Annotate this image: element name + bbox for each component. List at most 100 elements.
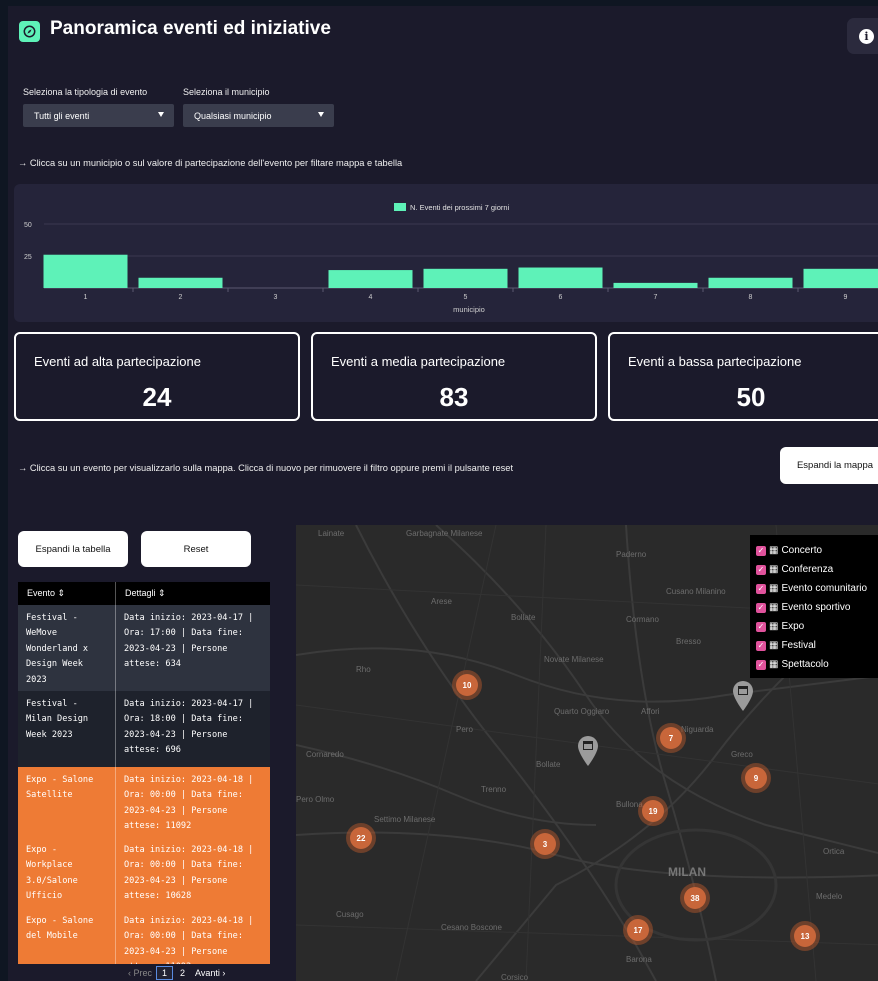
legend-swatch [394,203,406,211]
legend-item-festival[interactable]: ✓ ▦ Festival [756,636,878,655]
details-cell: Data inizio: 2023-04-18 | Ora: 00:00 | D… [124,916,254,964]
map-place-label: Quarto Oggiaro [554,707,610,716]
dashboard: Panoramica eventi ed iniziative i Selezi… [8,6,878,981]
calendar-icon: ▦ [769,602,779,613]
info-button[interactable]: i [847,18,878,54]
info-icon: i [859,28,874,44]
expand-table-button[interactable]: Espandi la tabella [18,531,128,567]
map-cluster[interactable]: 13 [790,921,820,951]
kpi-label: Eventi a media partecipazione [331,354,506,369]
map-place-label: Bresso [676,637,701,646]
map-cluster[interactable]: 22 [346,823,376,853]
cluster-count: 13 [794,925,816,947]
next-page-link[interactable]: Avanti › [192,967,228,979]
kpi-value: 83 [439,382,469,412]
legend-item-spettacolo[interactable]: ✓ ▦ Spettacolo [756,655,878,674]
map-place-label: Trenno [481,785,507,794]
map-cluster[interactable]: 7 [656,723,686,753]
chart-bar[interactable] [613,282,698,288]
sort-evento-header[interactable]: Evento ⇕ [18,582,116,605]
prev-page-link[interactable]: ‹ Prec [128,968,152,978]
chart-bar[interactable] [803,268,878,288]
table-row[interactable]: Festival - Milan Design Week 2023 Data i… [18,691,270,767]
page-title: Panoramica eventi ed iniziative [50,18,331,39]
municipio-select[interactable]: Qualsiasi municipio [183,104,334,127]
legend-item-evento-sportivo[interactable]: ✓ ▦ Evento sportivo [756,598,878,617]
cluster-count: 17 [627,919,649,941]
map-place-label: Settimo Milanese [374,815,436,824]
page-1-button[interactable]: 1 [156,966,174,980]
map-cluster[interactable]: 19 [638,796,668,826]
x-axis-label: municipio [453,305,485,314]
sort-dettagli-header[interactable]: Dettagli ⇕ [116,588,166,599]
map-cluster[interactable]: 38 [680,883,710,913]
event-cell: Festival - WeMove Wonderland x Design We… [18,605,116,691]
chart-bar[interactable] [708,277,793,288]
table-row[interactable]: Expo - Workplace 3.0/Salone Ufficio Data… [18,837,270,908]
caret-down-icon [158,112,164,117]
details-cell: Data inizio: 2023-04-17 | Ora: 18:00 | D… [124,699,254,756]
legend-label: Evento sportivo [781,602,851,613]
page-2-button[interactable]: 2 [177,967,188,979]
kpi-alta[interactable]: Eventi ad alta partecipazione 24 [14,332,300,421]
checkbox-checked-icon[interactable]: ✓ [756,602,766,613]
cluster-count: 10 [456,674,478,696]
x-tick-label: 8 [749,294,753,301]
details-cell: Data inizio: 2023-04-18 | Ora: 00:00 | D… [124,775,254,832]
chart-bar[interactable] [423,268,508,288]
compass-icon [19,21,40,42]
calendar-pin-icon[interactable] [577,735,599,767]
checkbox-checked-icon[interactable]: ✓ [756,564,766,575]
table-row[interactable]: Expo - Salone Satellite Data inizio: 202… [18,767,270,837]
events-map[interactable]: Lainate Garbagnate Milanese Paderno Ares… [296,525,878,981]
legend-label: Concerto [781,545,823,556]
checkbox-checked-icon[interactable]: ✓ [756,583,766,594]
x-tick-label: 5 [464,294,468,301]
checkbox-checked-icon[interactable]: ✓ [756,659,766,670]
kpi-media[interactable]: Eventi a media partecipazione 83 [311,332,597,421]
caret-down-icon [318,112,324,117]
legend-label: Evento comunitario [781,583,868,594]
map-place-label: Paderno [616,550,647,559]
legend-item-conferenza[interactable]: ✓ ▦ Conferenza [756,560,878,579]
calendar-icon: ▦ [769,564,779,575]
municipio-label: Seleziona il municipio [183,87,270,97]
event-cell: Expo - Salone Satellite [18,767,116,837]
calendar-pin-icon[interactable] [732,680,754,712]
map-place-label: Arese [431,597,452,606]
chart-bar[interactable] [43,254,128,288]
event-type-select[interactable]: Tutti gli eventi [23,104,174,127]
legend-label: Conferenza [781,564,834,575]
map-place-label: Pero Olmo [296,795,335,804]
legend-item-concerto[interactable]: ✓ ▦ Concerto [756,541,878,560]
legend-item-evento-comunitario[interactable]: ✓ ▦ Evento comunitario [756,579,878,598]
chart-bar[interactable] [328,270,413,288]
chart-bar[interactable] [138,277,223,288]
map-place-label: Garbagnate Milanese [406,529,483,538]
map-cluster[interactable]: 17 [623,915,653,945]
map-place-label: Ortica [823,847,845,856]
legend-label: Spettacolo [781,659,829,670]
x-tick-label: 1 [84,294,88,301]
kpi-value: 24 [142,382,172,412]
expand-map-button[interactable]: Espandi la mappa [780,447,878,484]
kpi-label: Eventi a bassa partecipazione [628,354,802,369]
checkbox-checked-icon[interactable]: ✓ [756,621,766,632]
legend-label: Expo [781,621,805,632]
cluster-count: 7 [660,727,682,749]
legend-item-expo[interactable]: ✓ ▦ Expo [756,617,878,636]
calendar-icon: ▦ [769,583,779,594]
map-place-label: Barona [626,955,652,964]
map-cluster[interactable]: 10 [452,670,482,700]
events-table: Evento ⇕ Dettagli ⇕ Festival - WeMove Wo… [18,582,270,964]
checkbox-checked-icon[interactable]: ✓ [756,545,766,556]
map-cluster[interactable]: 3 [530,829,560,859]
table-row[interactable]: Festival - WeMove Wonderland x Design We… [18,605,270,691]
reset-button[interactable]: Reset [141,531,251,567]
checkbox-checked-icon[interactable]: ✓ [756,640,766,651]
kpi-bassa[interactable]: Eventi a bassa partecipazione 50 [608,332,878,421]
event-cell: Festival - Milan Design Week 2023 [18,691,116,767]
table-row[interactable]: Expo - Salone del Mobile Data inizio: 20… [18,908,270,964]
map-cluster[interactable]: 9 [741,763,771,793]
chart-bar[interactable] [518,267,603,288]
